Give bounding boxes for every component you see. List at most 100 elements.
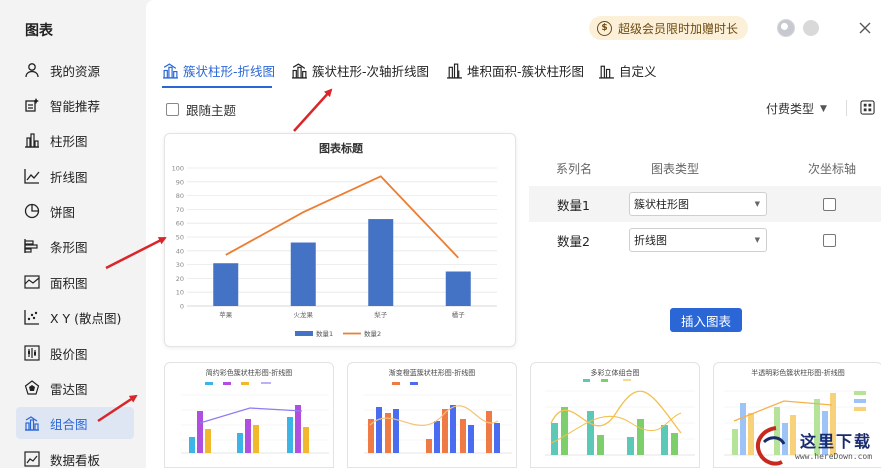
sidebar-item-pie-chart[interactable]: 饼图 bbox=[16, 195, 134, 227]
insert-chart-button[interactable]: 插入图表 bbox=[670, 308, 742, 332]
col-header-series-name: 系列名 bbox=[556, 162, 593, 176]
sidebar-item-column-chart[interactable]: 柱形图 bbox=[16, 124, 134, 156]
y-tick-label: 30 bbox=[176, 261, 184, 269]
sidebar-item-label: 智能推荐 bbox=[50, 98, 101, 114]
x-tick-label: 梨子 bbox=[374, 310, 388, 319]
follow-theme-checkbox[interactable]: 跟随主题 bbox=[166, 100, 236, 119]
watermark-text: 这里下载 bbox=[800, 432, 873, 451]
combo-chart-icon bbox=[292, 62, 307, 79]
sidebar-item-label: 数据看板 bbox=[50, 452, 101, 468]
table-row: 数量1 簇状柱形图 ▼ bbox=[529, 186, 881, 222]
line-chart-icon bbox=[22, 166, 42, 186]
sidebar-item-my-resources[interactable]: 我的资源 bbox=[16, 54, 134, 86]
follow-theme-label: 跟随主题 bbox=[186, 103, 237, 118]
y-tick-label: 100 bbox=[172, 165, 184, 173]
column-chart-icon bbox=[22, 130, 42, 150]
y-tick-label: 70 bbox=[176, 206, 184, 214]
paid-type-dropdown[interactable]: 付费类型 ▼ bbox=[766, 100, 827, 117]
custom-chart-icon bbox=[599, 65, 614, 79]
col-header-secondary-axis: 次坐标轴 bbox=[808, 162, 857, 176]
sidebar-item-line-chart[interactable]: 折线图 bbox=[16, 160, 134, 192]
legend-label: 数量1 bbox=[316, 329, 333, 338]
combo-chart: 图表标题 0 10 20 30 40 50 60 70 80 90 100 苹果 火龙果 梨子 橘子数量1 数量… bbox=[172, 141, 497, 338]
tab-clustered-column-secondary-line[interactable]: 簇状柱形-次轴折线图 bbox=[291, 60, 429, 80]
sidebar-item-label: 条形图 bbox=[50, 239, 88, 255]
x-tick-label: 苹果 bbox=[219, 310, 233, 319]
sidebar-item-radar-chart[interactable]: 雷达图 bbox=[16, 372, 134, 404]
stock-chart-icon bbox=[22, 343, 42, 363]
select-value: 折线图 bbox=[634, 234, 667, 247]
x-tick-label: 橘子 bbox=[452, 310, 466, 319]
tab-stacked-area-clustered-column[interactable]: 堆积面积-簇状柱形图 bbox=[446, 60, 584, 80]
thumbnail-title: 简约彩色簇状柱形图-折线图 bbox=[205, 369, 293, 377]
x-tick-label: 火龙果 bbox=[294, 310, 314, 319]
bar bbox=[290, 242, 316, 306]
thumbnail-preview bbox=[181, 382, 329, 454]
divider bbox=[846, 100, 847, 116]
series-name: 数量1 bbox=[557, 197, 590, 213]
sidebar-title: 图表 bbox=[25, 23, 53, 39]
vip-promo-button[interactable]: $ 超级会员限时加赠时长 bbox=[589, 16, 749, 40]
thumbnail-title: 半透明彩色簇状柱形图-折线图 bbox=[751, 369, 845, 377]
sidebar-item-stock-chart[interactable]: 股价图 bbox=[16, 337, 134, 369]
chart-title: 图表标题 bbox=[319, 141, 364, 155]
close-icon[interactable] bbox=[857, 20, 873, 36]
col-header-chart-type: 图表类型 bbox=[651, 162, 700, 176]
caret-down-icon: ▼ bbox=[754, 200, 760, 208]
combo-chart-icon bbox=[22, 413, 42, 433]
sidebar-item-area-chart[interactable]: 面积图 bbox=[16, 266, 134, 298]
thumbnail-title: 渐变橙蓝簇状柱形图-折线图 bbox=[388, 369, 476, 377]
sidebar-item-label: 柱形图 bbox=[50, 133, 88, 149]
paid-type-label: 付费类型 bbox=[766, 102, 815, 116]
chart-type-select[interactable]: 簇状柱形图 ▼ bbox=[629, 192, 767, 216]
y-tick-label: 50 bbox=[176, 234, 184, 242]
y-tick-label: 20 bbox=[176, 275, 184, 283]
thumbnail-title: 多彩立体组合图 bbox=[590, 369, 640, 377]
table-row: 数量2 折线图 ▼ bbox=[529, 222, 881, 258]
coin-icon: $ bbox=[597, 20, 612, 36]
sidebar-item-bar-chart[interactable]: 条形图 bbox=[16, 230, 134, 262]
series-name: 数量2 bbox=[557, 233, 590, 249]
y-tick-label: 80 bbox=[176, 192, 184, 200]
y-tick-label: 0 bbox=[180, 303, 184, 311]
sidebar-item-label: 面积图 bbox=[50, 275, 88, 291]
thumbnail-preview bbox=[545, 379, 695, 456]
thumbnail-preview bbox=[364, 382, 512, 454]
tab-label: 堆积面积-簇状柱形图 bbox=[467, 63, 585, 79]
y-tick-label: 60 bbox=[176, 220, 184, 228]
scatter-chart-icon bbox=[22, 307, 42, 327]
sidebar-item-scatter-chart[interactable]: X Y (散点图) bbox=[16, 301, 134, 333]
main-panel: $ 超级会员限时加赠时长 簇状柱形-折线图 簇状柱形-次轴折线图 堆积面积-簇状… bbox=[146, 0, 881, 468]
chart-type-select[interactable]: 折线图 ▼ bbox=[629, 228, 767, 252]
stacked-area-icon bbox=[447, 63, 462, 79]
dashboard-icon bbox=[22, 449, 42, 468]
tab-custom[interactable]: 自定义 bbox=[598, 60, 657, 80]
bar bbox=[445, 271, 471, 306]
checkbox[interactable] bbox=[166, 103, 179, 116]
sidebar-item-combo-chart[interactable]: 组合图 bbox=[16, 407, 134, 439]
series-line bbox=[225, 175, 459, 259]
status-icon bbox=[803, 20, 819, 36]
template-thumbnail[interactable]: 简约彩色簇状柱形图-折线图 bbox=[164, 362, 334, 468]
area-chart-icon bbox=[22, 272, 42, 292]
select-value: 簇状柱形图 bbox=[634, 198, 689, 211]
smart-recommend-icon bbox=[22, 95, 42, 115]
secondary-axis-checkbox[interactable] bbox=[823, 197, 836, 211]
caret-down-icon: ▼ bbox=[754, 236, 760, 244]
avatar[interactable] bbox=[777, 19, 795, 37]
y-tick-label: 10 bbox=[176, 289, 184, 297]
chart-preview-card[interactable]: 图表标题 0 10 20 30 40 50 60 70 80 90 100 苹果 火龙果 梨子 橘子 数量1 数量… bbox=[164, 133, 516, 347]
tab-clustered-column-line[interactable]: 簇状柱形-折线图 bbox=[162, 60, 275, 80]
template-thumbnail[interactable]: 渐变橙蓝簇状柱形图-折线图 bbox=[347, 362, 517, 468]
sidebar-item-dashboard[interactable]: 数据看板 bbox=[16, 443, 134, 468]
sidebar-item-label: 折线图 bbox=[50, 169, 88, 185]
vip-label: 超级会员限时加赠时长 bbox=[618, 21, 739, 36]
secondary-axis-checkbox[interactable] bbox=[823, 233, 836, 247]
sidebar-item-smart-recommend[interactable]: 智能推荐 bbox=[16, 89, 134, 121]
sidebar: 图表 我的资源 智能推荐 柱形图 折线图 饼图 条形图 面积图 X Y (散点图… bbox=[0, 0, 146, 468]
watermark-url: www.hereDown.com bbox=[795, 452, 873, 461]
grid-view-icon[interactable] bbox=[860, 100, 875, 115]
bar bbox=[368, 219, 394, 306]
template-thumbnail[interactable]: 多彩立体组合图 bbox=[530, 362, 700, 468]
bar-chart-icon bbox=[22, 236, 42, 256]
